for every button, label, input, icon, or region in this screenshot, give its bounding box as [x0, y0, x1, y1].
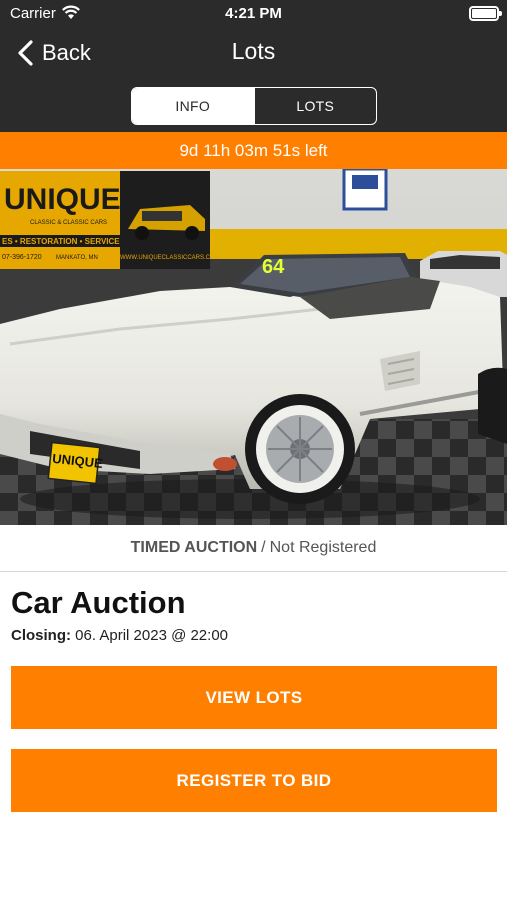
front-plate: UNIQUE	[47, 441, 104, 485]
windshield-number: 64	[262, 256, 285, 278]
registration-status: Not Registered	[269, 539, 377, 556]
tab-lots[interactable]: LOTS	[253, 88, 377, 124]
banner-subtitle: CLASSIC & CLASSIC CARS	[30, 220, 107, 226]
auction-title: Car Auction	[11, 585, 186, 620]
auction-type: TIMED AUCTION	[130, 539, 258, 556]
status-time: 4:21 PM	[225, 5, 282, 22]
status-separator: /	[261, 539, 266, 556]
banner-city: MANKATO, MN	[56, 255, 98, 261]
tab-info[interactable]: INFO	[132, 88, 254, 124]
countdown-banner: 9d 11h 03m 51s left	[0, 132, 507, 169]
lot-photo: UNIQUE CLASSIC & CLASSIC CARS ES • RESTO…	[0, 169, 507, 525]
dealer-banner: UNIQUE CLASSIC & CLASSIC CARS ES • RESTO…	[0, 171, 220, 269]
banner-brand: UNIQUE	[4, 183, 121, 216]
closing-label: Closing:	[11, 627, 71, 644]
register-to-bid-button[interactable]: REGISTER TO BID	[11, 749, 497, 812]
page-title: Lots	[231, 38, 276, 64]
countdown-text: 9d 11h 03m 51s left	[179, 140, 328, 160]
banner-phone: 07-396-1720	[2, 254, 42, 261]
banner-services: ES • RESTORATION • SERVICE	[2, 237, 120, 246]
segmented-control: INFO LOTS	[131, 87, 377, 125]
battery-icon	[469, 6, 502, 21]
banner-url: WWW.UNIQUECLASSICCARS.COM	[120, 255, 220, 261]
closing-info: Closing: 06. April 2023 @ 22:00	[11, 627, 228, 644]
top-bar: Carrier 4:21 PM Back Lots INFO LOTS	[0, 0, 507, 132]
closing-value: 06. April 2023 @ 22:00	[75, 627, 229, 644]
auction-status-line: TIMED AUCTION / Not Registered	[0, 525, 507, 572]
view-lots-button[interactable]: VIEW LOTS	[11, 666, 497, 729]
status-bar: Carrier 4:21 PM	[0, 0, 507, 28]
car-photo-image: UNIQUE CLASSIC & CLASSIC CARS ES • RESTO…	[0, 169, 507, 525]
